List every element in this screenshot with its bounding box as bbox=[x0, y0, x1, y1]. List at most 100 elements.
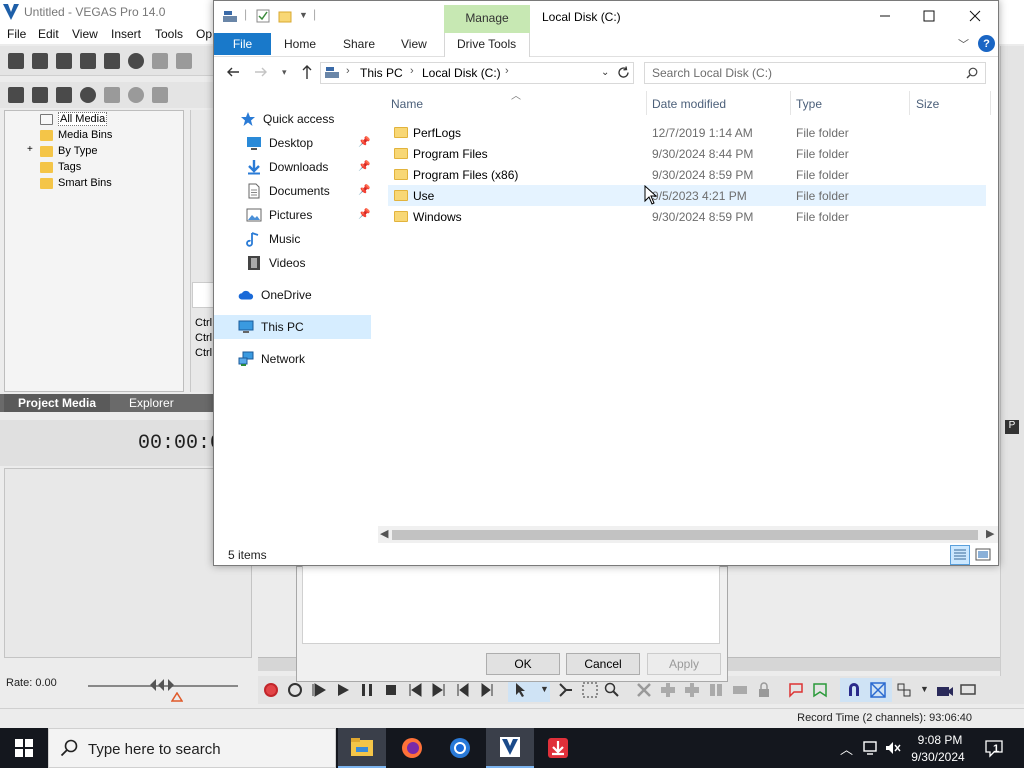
trim-end-icon[interactable] bbox=[684, 682, 700, 698]
render-icon[interactable] bbox=[104, 52, 120, 69]
file-row[interactable]: Program Files 9/30/2024 8:44 PM File fol… bbox=[388, 143, 986, 164]
properties-icon[interactable] bbox=[128, 87, 144, 103]
forward-arrow-icon[interactable] bbox=[254, 65, 268, 79]
cancel-button[interactable]: Cancel bbox=[566, 653, 640, 675]
vegas-menu-insert[interactable]: Insert bbox=[111, 27, 141, 41]
play-from-start-icon[interactable] bbox=[312, 683, 326, 697]
start-button[interactable] bbox=[0, 728, 48, 768]
address-dropdown-icon[interactable]: ⌄ bbox=[601, 67, 609, 78]
column-divider[interactable] bbox=[790, 91, 791, 115]
tree-item-tags[interactable]: Tags bbox=[40, 159, 81, 175]
nav-videos[interactable]: Videos bbox=[246, 251, 305, 275]
ripple-dropdown-icon[interactable]: ▼ bbox=[920, 684, 929, 694]
breadcrumb-this-pc[interactable]: This PC bbox=[360, 66, 403, 80]
taskbar-chrome[interactable] bbox=[436, 728, 484, 768]
qat-dropdown-icon[interactable]: ▼ bbox=[299, 10, 308, 20]
pin-panel-icon[interactable]: P bbox=[1005, 420, 1019, 434]
record-icon[interactable] bbox=[264, 683, 278, 697]
breadcrumb-chevron-icon[interactable]: › bbox=[505, 65, 509, 77]
envelope-tool-icon[interactable] bbox=[558, 682, 574, 698]
auto-crossfade-icon[interactable] bbox=[870, 682, 886, 698]
file-row[interactable]: Windows 9/30/2024 8:59 PM File folder bbox=[388, 206, 986, 227]
help-icon[interactable]: ? bbox=[978, 35, 995, 52]
taskbar-firefox[interactable] bbox=[388, 728, 436, 768]
clock-date[interactable]: 9/30/2024 bbox=[906, 750, 970, 764]
scroll-right-icon[interactable]: ▶ bbox=[986, 527, 994, 540]
tab-file[interactable]: File bbox=[214, 33, 271, 55]
pin-icon[interactable]: 📌 bbox=[358, 209, 370, 220]
previous-frame-icon[interactable] bbox=[456, 683, 470, 697]
expand-ribbon-icon[interactable]: ﹀ bbox=[958, 36, 969, 52]
column-divider[interactable] bbox=[646, 91, 647, 115]
tool-dropdown-icon[interactable]: ▼ bbox=[540, 684, 549, 694]
volume-muted-icon[interactable] bbox=[884, 740, 902, 756]
zoom-tool-icon[interactable] bbox=[604, 682, 620, 698]
vegas-menu-edit[interactable]: Edit bbox=[38, 27, 59, 41]
tab-home[interactable]: Home bbox=[284, 37, 316, 51]
scroll-left-icon[interactable]: ◀ bbox=[380, 527, 388, 540]
properties-check-icon[interactable] bbox=[256, 9, 270, 23]
preview-icon[interactable] bbox=[960, 682, 978, 698]
tab-share[interactable]: Share bbox=[343, 37, 375, 51]
trim-start-icon[interactable] bbox=[660, 682, 676, 698]
pause-icon[interactable] bbox=[360, 683, 374, 697]
vegas-menu-options[interactable]: Op bbox=[196, 27, 212, 41]
ripple-edit-icon[interactable] bbox=[896, 682, 912, 698]
settings-gear-icon[interactable] bbox=[128, 52, 144, 69]
pin-icon[interactable]: 📌 bbox=[358, 137, 370, 148]
marker-icon[interactable] bbox=[788, 682, 804, 698]
search-icon[interactable] bbox=[966, 67, 978, 79]
tab-drive-tools[interactable]: Drive Tools bbox=[457, 37, 516, 51]
vegas-menu-view[interactable]: View bbox=[72, 27, 98, 41]
nav-onedrive[interactable]: OneDrive bbox=[238, 283, 312, 307]
file-row[interactable]: Use 9/5/2023 4:21 PM File folder bbox=[388, 185, 986, 206]
nav-downloads[interactable]: Downloads bbox=[246, 155, 328, 179]
selection-tool-icon[interactable] bbox=[582, 682, 598, 698]
save-as-icon[interactable] bbox=[80, 52, 96, 69]
column-name[interactable]: Name bbox=[391, 97, 423, 111]
open-icon[interactable] bbox=[32, 52, 48, 69]
column-divider[interactable] bbox=[909, 91, 910, 115]
nav-documents[interactable]: Documents bbox=[246, 179, 330, 203]
play-icon[interactable] bbox=[336, 683, 350, 697]
file-row[interactable]: Program Files (x86) 9/30/2024 8:59 PM Fi… bbox=[388, 164, 986, 185]
tree-item-by-type[interactable]: By Type bbox=[40, 143, 98, 159]
tab-explorer[interactable]: Explorer bbox=[129, 396, 174, 410]
web-icon[interactable] bbox=[80, 87, 96, 103]
up-arrow-icon[interactable] bbox=[300, 64, 314, 80]
media-search-field[interactable] bbox=[192, 282, 214, 308]
fx-icon[interactable] bbox=[152, 87, 168, 103]
recent-locations-icon[interactable]: ▾ bbox=[282, 67, 287, 78]
pin-icon[interactable]: 📌 bbox=[358, 185, 370, 196]
refresh-icon[interactable] bbox=[617, 66, 630, 79]
ok-button[interactable]: OK bbox=[486, 653, 560, 675]
copy-icon[interactable] bbox=[176, 52, 192, 69]
snapping-magnet-icon[interactable] bbox=[846, 682, 862, 698]
lock-icon[interactable] bbox=[756, 682, 772, 698]
maximize-button[interactable] bbox=[906, 1, 952, 31]
scrollbar-thumb[interactable] bbox=[392, 530, 978, 540]
rate-slider-handle-icon[interactable] bbox=[148, 678, 176, 692]
camera-icon[interactable] bbox=[936, 682, 954, 698]
nav-network[interactable]: Network bbox=[238, 347, 305, 371]
tab-project-media[interactable]: Project Media bbox=[18, 396, 96, 410]
stop-icon[interactable] bbox=[384, 683, 398, 697]
back-arrow-icon[interactable] bbox=[226, 65, 240, 79]
taskbar-downloader[interactable] bbox=[534, 728, 582, 768]
breadcrumb-chevron-icon[interactable]: › bbox=[346, 65, 350, 77]
column-divider[interactable] bbox=[990, 91, 991, 115]
save-icon[interactable] bbox=[56, 52, 72, 69]
taskbar-file-explorer[interactable] bbox=[338, 728, 386, 768]
taskbar-search-input[interactable] bbox=[88, 740, 328, 758]
split-icon[interactable] bbox=[708, 682, 724, 698]
vegas-menu-tools[interactable]: Tools bbox=[155, 27, 183, 41]
nav-this-pc[interactable]: This PC bbox=[238, 315, 304, 339]
go-to-start-icon[interactable] bbox=[408, 683, 422, 697]
nav-pictures[interactable]: Pictures bbox=[246, 203, 312, 227]
large-icons-view-icon[interactable] bbox=[975, 547, 991, 563]
tree-item-media-bins[interactable]: Media Bins bbox=[40, 127, 112, 143]
apply-button[interactable]: Apply bbox=[647, 653, 721, 675]
import-media-icon[interactable] bbox=[8, 87, 24, 103]
tab-view[interactable]: View bbox=[401, 37, 427, 51]
region-icon[interactable] bbox=[812, 682, 828, 698]
